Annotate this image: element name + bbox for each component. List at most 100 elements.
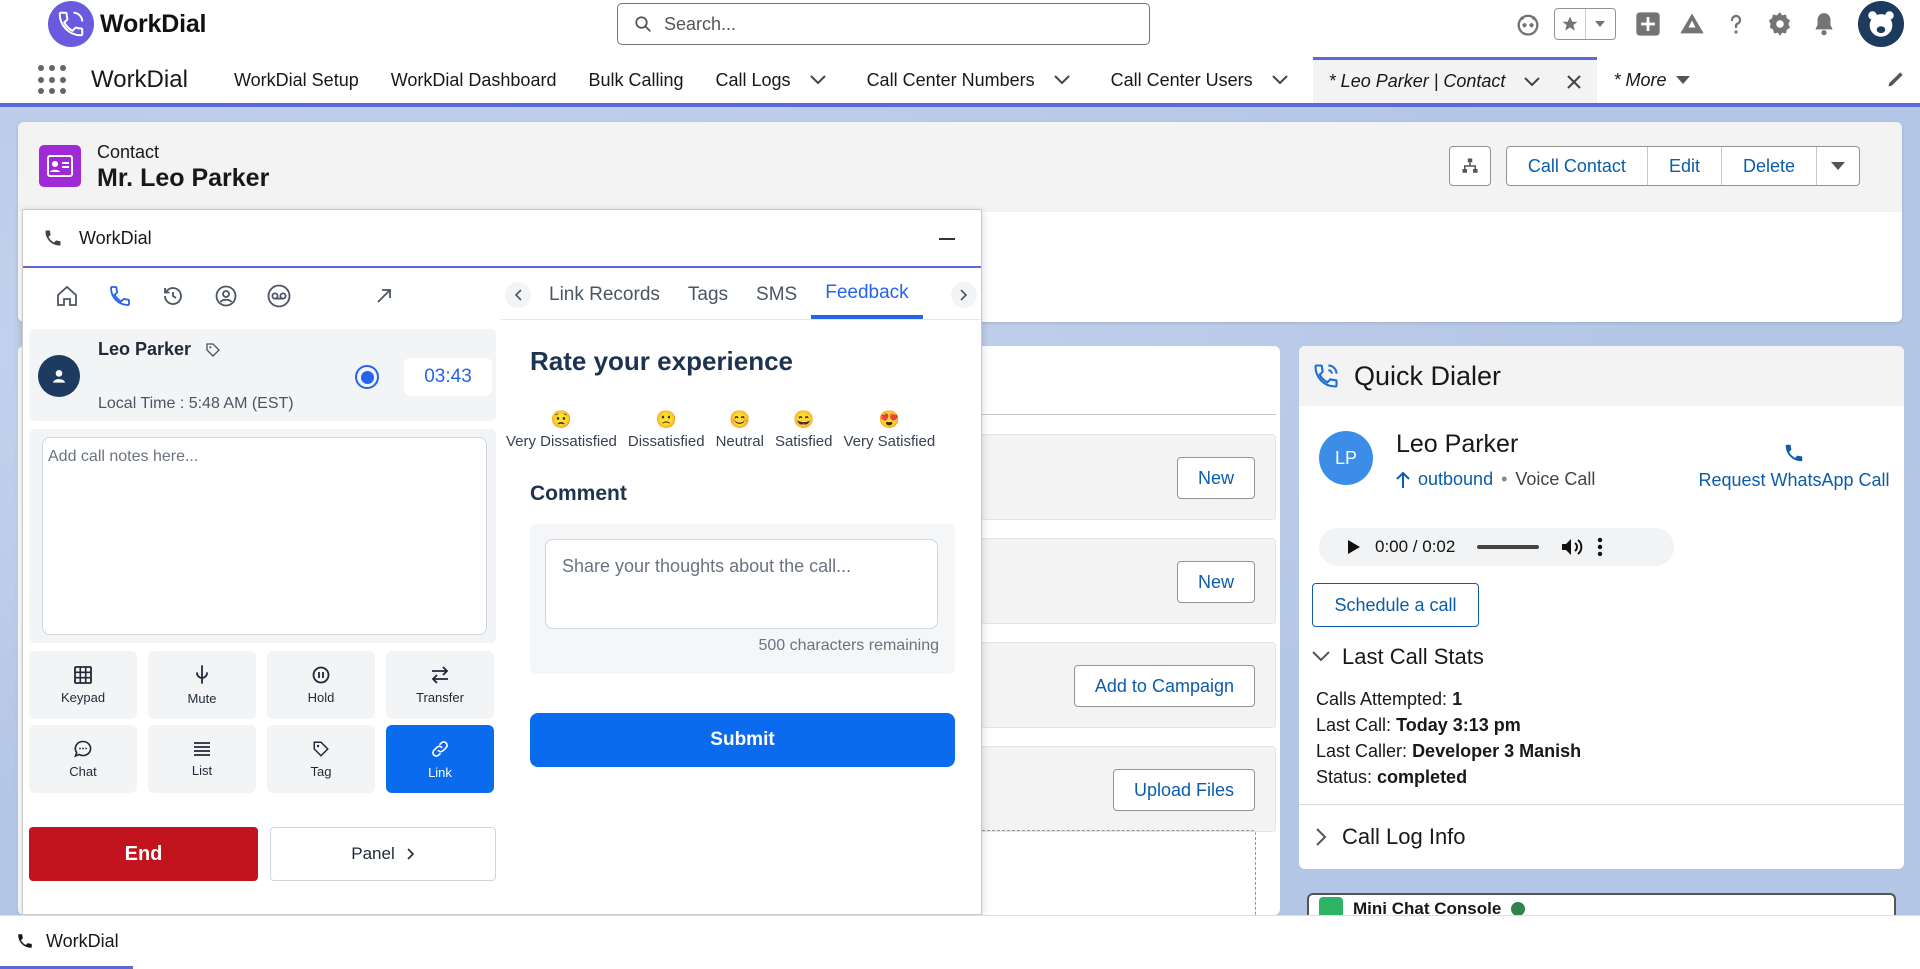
phone-icon[interactable]	[93, 270, 146, 322]
nav-more-menu[interactable]: * More	[1597, 57, 1706, 103]
tag-button[interactable]: Tag	[267, 725, 375, 793]
user-avatar[interactable]	[1858, 1, 1904, 47]
caller-name-text: Leo Parker	[98, 339, 192, 359]
favorite-star-icon[interactable]	[1555, 9, 1586, 39]
phone-call-icon	[1314, 364, 1338, 388]
add-to-campaign-button[interactable]: Add to Campaign	[1073, 665, 1255, 707]
rating-label: Satisfied	[774, 433, 833, 450]
stat-row: Calls Attempted: 1	[1316, 686, 1581, 712]
mute-button[interactable]: Mute	[148, 651, 256, 719]
control-label: List	[191, 762, 213, 778]
search-placeholder: Search...	[664, 13, 737, 34]
pop-out-icon[interactable]	[357, 270, 410, 322]
call-log-info-toggle[interactable]: Call Log Info	[1312, 824, 1466, 850]
chevron-down-icon[interactable]	[1515, 67, 1549, 97]
app-launcher-icon[interactable]	[38, 65, 68, 95]
tab-scroll-right[interactable]	[947, 270, 981, 319]
hold-button[interactable]: Hold	[267, 651, 375, 719]
more-actions-dropdown[interactable]	[1817, 147, 1859, 185]
upload-files-button[interactable]: Upload Files	[1112, 769, 1255, 811]
global-search-input[interactable]: Search...	[617, 3, 1150, 45]
contacts-icon[interactable]	[199, 270, 252, 322]
nav-item-bulk-calling[interactable]: Bulk Calling	[572, 57, 699, 103]
minimize-icon[interactable]	[939, 238, 955, 240]
separator-dot: •	[1501, 469, 1508, 489]
volume-icon[interactable]	[1561, 537, 1583, 557]
nav-item-workdial-setup[interactable]: WorkDial Setup	[218, 57, 375, 103]
hierarchy-icon	[1462, 158, 1478, 173]
home-icon[interactable]	[40, 270, 93, 322]
nav-item-call-center-numbers[interactable]: Call Center Numbers	[851, 57, 1095, 103]
edit-button[interactable]: Edit	[1648, 147, 1722, 185]
end-call-button[interactable]: End	[29, 827, 258, 881]
notifications-bell-icon[interactable]	[1802, 4, 1846, 44]
tag-icon[interactable]	[205, 342, 221, 358]
link-button[interactable]: Link	[386, 725, 494, 793]
nav-item-label: Call Center Users	[1110, 69, 1253, 90]
call-contact-button[interactable]: Call Contact	[1507, 147, 1648, 185]
settings-gear-icon[interactable]	[1758, 4, 1802, 44]
chevron-down-icon[interactable]	[1045, 65, 1079, 95]
control-label: Chat	[69, 763, 97, 779]
global-create-icon[interactable]	[1626, 4, 1670, 44]
tab-tags[interactable]: Tags	[674, 270, 742, 319]
tab-sms[interactable]: SMS	[742, 270, 811, 319]
transfer-button[interactable]: Transfer	[386, 651, 494, 719]
rating-very-dissatisfied[interactable]: 😟 Very Dissatisfied	[506, 411, 617, 451]
agentforce-icon[interactable]	[1506, 4, 1550, 44]
new-button[interactable]: New	[1176, 561, 1255, 603]
hierarchy-button[interactable]	[1449, 146, 1491, 186]
nav-item-workdial-dashboard[interactable]: WorkDial Dashboard	[375, 57, 573, 103]
list-button[interactable]: List	[148, 725, 256, 793]
nav-item-label: Bulk Calling	[588, 69, 684, 90]
rating-neutral[interactable]: 😊 Neutral	[716, 411, 764, 451]
chevron-down-icon[interactable]	[1263, 65, 1297, 95]
audio-progress-bar[interactable]	[1477, 545, 1540, 549]
request-whatsapp-call-button[interactable]: Request WhatsApp Call	[1689, 442, 1899, 491]
rating-dissatisfied[interactable]: 🙁 Dissatisfied	[628, 411, 705, 451]
call-notes-section: Add call notes here...	[29, 429, 496, 643]
comment-textarea[interactable]: Share your thoughts about the call...	[545, 539, 938, 629]
tab-feedback[interactable]: Feedback	[811, 270, 923, 319]
play-icon[interactable]	[1347, 539, 1361, 555]
last-call-stats-toggle[interactable]: Last Call Stats	[1312, 644, 1484, 670]
tab-scroll-left[interactable]	[501, 270, 535, 319]
new-button[interactable]: New	[1176, 457, 1255, 499]
call-notes-textarea[interactable]: Add call notes here...	[42, 437, 487, 635]
keypad-button[interactable]: Keypad	[29, 651, 137, 719]
utility-item-workdial[interactable]: WorkDial	[0, 916, 133, 969]
tab-leo-parker-contact[interactable]: * Leo Parker | Contact	[1312, 57, 1598, 103]
utility-item-label: WorkDial	[46, 930, 119, 951]
panel-button[interactable]: Panel	[270, 827, 496, 881]
recording-icon[interactable]	[355, 365, 379, 389]
nav-item-call-center-users[interactable]: Call Center Users	[1095, 57, 1313, 103]
file-drop-zone[interactable]	[978, 830, 1256, 920]
call-history-icon[interactable]	[146, 270, 199, 322]
quick-dialer-card: Quick Dialer LP Leo Parker outbound • Vo…	[1299, 346, 1904, 869]
side-panel-tabs: Link Records Tags SMS Feedback	[501, 270, 981, 320]
more-options-icon[interactable]	[1597, 537, 1603, 557]
favorites-dropdown-icon[interactable]	[1586, 9, 1616, 39]
tab-link-records[interactable]: Link Records	[535, 270, 674, 319]
chevron-down-icon[interactable]	[801, 65, 835, 95]
rating-satisfied[interactable]: 😄 Satisfied	[774, 411, 833, 451]
related-list-row: Upload Files	[978, 746, 1276, 832]
control-label: Hold	[307, 689, 335, 705]
schedule-call-button[interactable]: Schedule a call	[1312, 583, 1479, 627]
stat-label: Status:	[1316, 767, 1373, 787]
trailhead-icon[interactable]	[1670, 4, 1714, 44]
chat-button[interactable]: Chat	[29, 725, 137, 793]
rating-very-satisfied[interactable]: 😍 Very Satisfied	[843, 411, 935, 451]
contact-name: Leo Parker	[1396, 430, 1519, 458]
help-icon[interactable]	[1714, 4, 1758, 44]
nav-item-call-logs[interactable]: Call Logs	[700, 57, 851, 103]
close-tab-icon[interactable]	[1559, 67, 1589, 97]
workdial-logo[interactable]: WorkDial	[48, 1, 207, 47]
request-whatsapp-call-label: Request WhatsApp Call	[1698, 470, 1890, 490]
submit-feedback-button[interactable]: Submit	[530, 713, 955, 767]
voicemail-icon[interactable]	[252, 270, 305, 322]
delete-button[interactable]: Delete	[1722, 147, 1817, 185]
last-call-stats-label: Last Call Stats	[1342, 644, 1484, 669]
edit-nav-pencil-icon[interactable]	[1886, 69, 1906, 89]
phone-icon	[45, 230, 61, 246]
